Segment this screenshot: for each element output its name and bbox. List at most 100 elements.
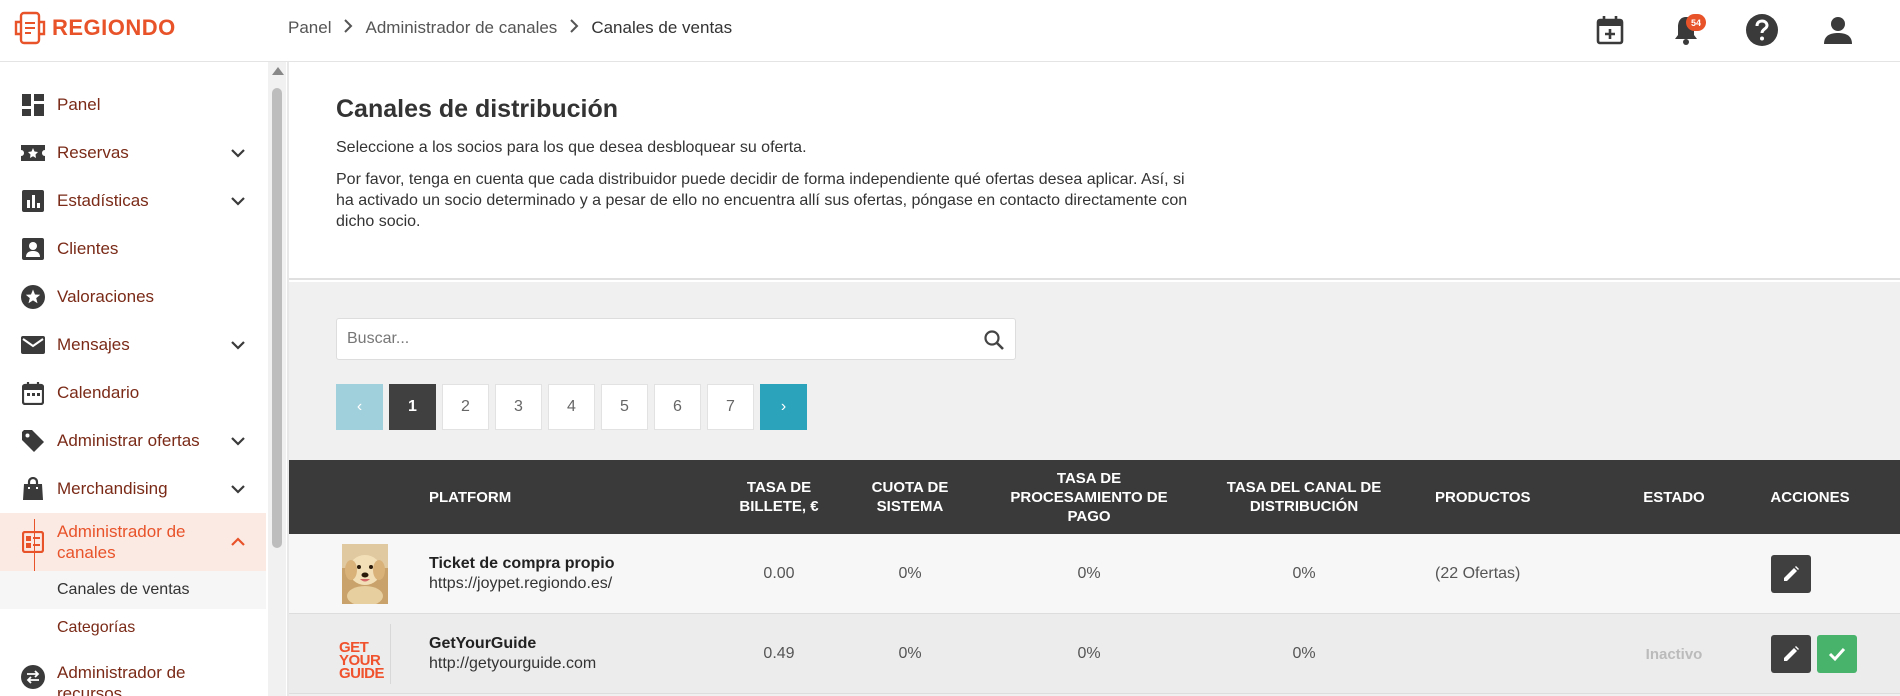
products-cell: [1435, 614, 1595, 694]
edit-button[interactable]: [1771, 555, 1811, 593]
status-cell: Inactivo: [1619, 614, 1729, 694]
column-header-channel-fee: TASA DEL CANAL DE DISTRIBUCIÓN: [1226, 479, 1382, 515]
channels-list-section: ‹ 1 2 3 4 5 6 7 › PLATFORM TASA DE BILLE…: [289, 282, 1900, 696]
platform-name: Ticket de compra propio: [429, 555, 615, 572]
ticket-icon: [20, 140, 46, 166]
regiondo-logo-icon: [14, 11, 46, 45]
platform-logo: GET YOUR GUIDE: [339, 624, 391, 684]
sidebar-item-label: Clientes: [57, 239, 119, 258]
pagination-page-2[interactable]: 2: [442, 384, 489, 430]
sidebar-subitem-canales-de-ventas[interactable]: Canales de ventas: [0, 571, 266, 609]
scroll-up-arrow-icon[interactable]: [272, 67, 284, 75]
sidebar-subitem-categorias[interactable]: Categorías: [0, 609, 266, 647]
pagination-prev-button[interactable]: ‹: [336, 384, 383, 430]
pagination-page-4[interactable]: 4: [548, 384, 595, 430]
dashboard-icon: [20, 92, 46, 118]
pagination-page-7[interactable]: 7: [707, 384, 754, 430]
chevron-down-icon[interactable]: [226, 477, 250, 501]
status-badge: Inactivo: [1645, 645, 1703, 663]
chevron-right-icon: [569, 18, 579, 38]
shopping-bag-icon: [20, 476, 46, 502]
channel-fee-cell: 0%: [1292, 645, 1316, 662]
user-icon: [1824, 17, 1852, 44]
platform-url[interactable]: http://getyourguide.com: [429, 655, 596, 673]
sidebar-item-administrador-de-canales[interactable]: Administrador de canales: [0, 513, 266, 571]
table-header: PLATFORM TASA DE BILLETE, € CUOTA DE SIS…: [289, 460, 1900, 534]
sidebar-item-valoraciones[interactable]: Valoraciones: [0, 273, 266, 321]
pagination-page-6[interactable]: 6: [654, 384, 701, 430]
sidebar-item-label: Reservas: [57, 143, 129, 162]
sidebar-item-label: Estadísticas: [57, 191, 149, 210]
channel-fee-cell: 0%: [1292, 565, 1316, 582]
chevron-right-icon: [343, 18, 353, 38]
sidebar-item-merchandising[interactable]: Merchandising: [0, 465, 266, 513]
sidebar-item-label: Merchandising: [57, 479, 168, 498]
sidebar-item-clientes[interactable]: Clientes: [0, 225, 266, 273]
sidebar-item-panel[interactable]: Panel: [0, 81, 266, 129]
sidebar-item-calendario[interactable]: Calendario: [0, 369, 266, 417]
sidebar-item-administrar-ofertas[interactable]: Administrar ofertas: [0, 417, 266, 465]
pagination-page-5[interactable]: 5: [601, 384, 648, 430]
platform-name: GetYourGuide: [429, 635, 537, 652]
chevron-up-icon[interactable]: [226, 530, 250, 554]
activate-button[interactable]: [1817, 635, 1857, 673]
sidebar-item-mensajes[interactable]: Mensajes: [0, 321, 266, 369]
platform-url[interactable]: https://joypet.regiondo.es/: [429, 575, 612, 593]
sidebar-subitem-label: Canales de ventas: [57, 581, 190, 598]
intro-text: Seleccione a los socios para los que des…: [336, 139, 807, 156]
intro-note: Por favor, tenga en cuenta que cada dist…: [336, 171, 1188, 230]
platform-cell: GetYourGuide http://getyourguide.com: [429, 614, 729, 694]
sidebar-item-reservas[interactable]: Reservas: [0, 129, 266, 177]
add-event-button[interactable]: [1592, 12, 1628, 48]
swap-icon: [20, 664, 46, 690]
scrollbar-thumb[interactable]: [272, 88, 282, 548]
sidebar-item-administrador-de-recursos[interactable]: Administrador de recursos: [0, 652, 266, 696]
checkmark-icon: [1828, 647, 1846, 662]
payment-fee-cell: 0%: [1077, 565, 1101, 582]
getyourguide-logo: GET YOUR GUIDE: [339, 639, 385, 682]
tag-icon: [20, 428, 46, 454]
platform-thumbnail: [342, 544, 388, 606]
pagination-next-button[interactable]: ›: [760, 384, 807, 430]
notifications-button[interactable]: 54: [1668, 12, 1706, 48]
chevron-down-icon[interactable]: [226, 189, 250, 213]
sidebar-item-estadisticas[interactable]: Estadísticas: [0, 177, 266, 225]
chevron-down-icon[interactable]: [226, 429, 250, 453]
payment-fee-cell: 0%: [1077, 645, 1101, 662]
breadcrumb: Panel Administrador de canales Canales d…: [288, 18, 732, 38]
sidebar-item-label: Calendario: [57, 383, 140, 402]
sidebar-subitem-label: Categorías: [57, 619, 136, 636]
column-header-status: ESTADO: [1643, 488, 1705, 506]
search-icon[interactable]: [983, 329, 1005, 351]
calendar-icon: [20, 380, 46, 406]
breadcrumb-channel-manager[interactable]: Administrador de canales: [365, 18, 557, 38]
pagination-page-1[interactable]: 1: [389, 384, 436, 430]
main-content: Canales de distribución Seleccione a los…: [289, 62, 1900, 696]
page-title: Canales de distribución: [336, 95, 619, 123]
sidebar: Panel Reservas Estadísticas Clientes Val…: [0, 62, 266, 696]
edit-button[interactable]: [1771, 635, 1811, 673]
logo[interactable]: REGIONDO: [14, 10, 176, 46]
top-header: REGIONDO Panel Administrador de canales …: [0, 0, 1900, 62]
sidebar-scrollbar[interactable]: [268, 62, 286, 696]
ticket-fee-cell: 0.00: [763, 565, 795, 582]
intro-section: Canales de distribución Seleccione a los…: [289, 62, 1900, 280]
table-row: GET YOUR GUIDE GetYourGuide http://getyo…: [289, 614, 1900, 694]
breadcrumb-panel[interactable]: Panel: [288, 18, 331, 38]
chevron-down-icon[interactable]: [226, 333, 250, 357]
search-input[interactable]: [347, 319, 967, 359]
sidebar-item-label: Administrador de canales: [57, 522, 186, 562]
user-menu-button[interactable]: [1820, 12, 1856, 48]
column-header-system-fee: CUOTA DE SISTEMA: [871, 479, 949, 515]
chevron-down-icon[interactable]: [226, 141, 250, 165]
system-fee-cell: 0%: [898, 645, 922, 662]
help-icon: [1746, 14, 1778, 46]
pencil-icon: [1784, 566, 1799, 581]
status-cell: [1619, 534, 1729, 614]
help-button[interactable]: [1744, 12, 1780, 48]
contact-icon: [20, 236, 46, 262]
pagination-page-3[interactable]: 3: [495, 384, 542, 430]
products-cell[interactable]: (22 Ofertas): [1435, 534, 1595, 614]
ticket-fee-cell: 0.49: [763, 645, 795, 662]
sidebar-item-label: Administrador de recursos: [57, 663, 186, 696]
